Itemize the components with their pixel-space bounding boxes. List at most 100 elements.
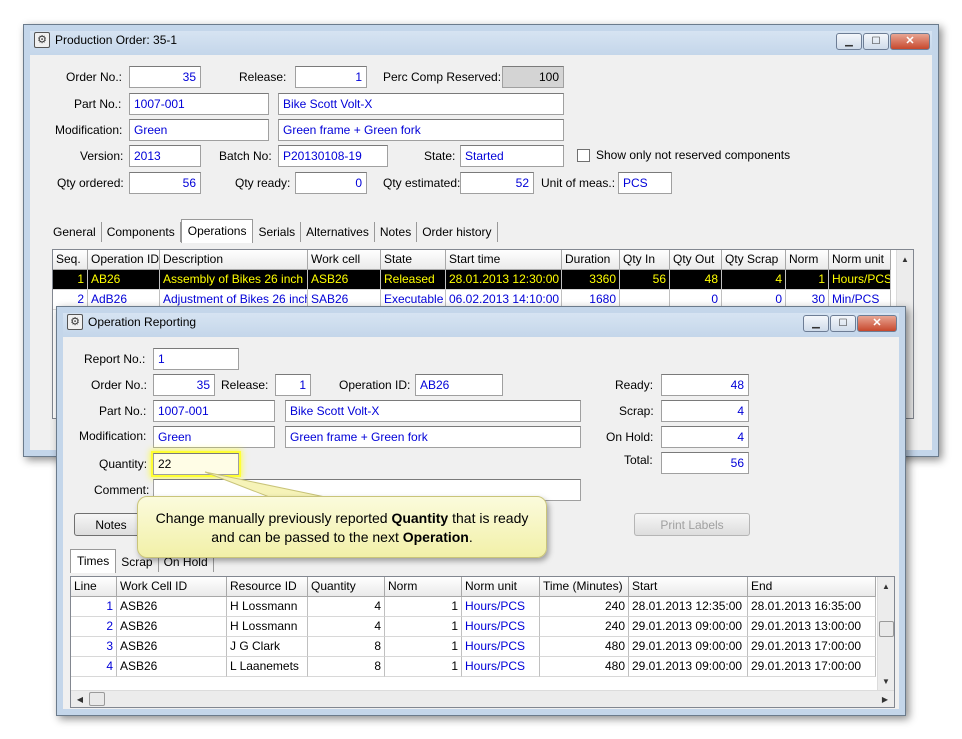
state-field[interactable]: Started bbox=[460, 145, 564, 167]
order-no-field[interactable]: 35 bbox=[129, 66, 201, 88]
report-no-field[interactable]: 1 bbox=[153, 348, 239, 370]
order-no-field[interactable]: 35 bbox=[153, 374, 215, 396]
scroll-up-icon[interactable]: ▲ bbox=[897, 251, 913, 267]
col-line[interactable]: Line bbox=[71, 577, 117, 597]
batch-no-field[interactable]: P20130108-19 bbox=[278, 145, 388, 167]
time-row[interactable]: 2 ASB26 H Lossmann 4 1 Hours/PCS 240 29.… bbox=[71, 617, 876, 637]
order-no-label: Order No.: bbox=[91, 378, 148, 392]
col-duration[interactable]: Duration bbox=[562, 250, 620, 270]
cell-line: 4 bbox=[71, 657, 117, 677]
ready-field[interactable]: 48 bbox=[661, 374, 749, 396]
close-button[interactable]: ✕ bbox=[890, 33, 930, 50]
state-label: State: bbox=[424, 149, 456, 163]
col-qty-in[interactable]: Qty In bbox=[620, 250, 670, 270]
col-seq[interactable]: Seq. bbox=[53, 250, 88, 270]
times-grid[interactable]: Line Work Cell ID Resource ID Quantity N… bbox=[70, 576, 895, 708]
scrollbar-thumb[interactable] bbox=[879, 621, 894, 637]
col-start-time[interactable]: Start time bbox=[446, 250, 562, 270]
cell-line: 1 bbox=[71, 597, 117, 617]
part-no-field[interactable]: 1007-001 bbox=[153, 400, 275, 422]
close-icon: ✕ bbox=[872, 317, 882, 329]
times-horizontal-scrollbar[interactable]: ◀ ▶ bbox=[71, 690, 894, 707]
col-norm[interactable]: Norm bbox=[385, 577, 462, 597]
operation-reporting-titlebar[interactable]: ⚙ Operation Reporting ▁ ☐ ✕ bbox=[57, 307, 905, 337]
col-work-cell[interactable]: Work cell bbox=[308, 250, 381, 270]
qty-ready-field[interactable]: 0 bbox=[295, 172, 367, 194]
col-norm-unit[interactable]: Norm unit bbox=[829, 250, 891, 270]
close-button[interactable]: ✕ bbox=[857, 315, 897, 332]
unit-of-meas-label: Unit of meas.: bbox=[541, 176, 616, 190]
col-norm[interactable]: Norm bbox=[786, 250, 829, 270]
scrap-field[interactable]: 4 bbox=[661, 400, 749, 422]
tab-serials[interactable]: Serials bbox=[253, 222, 302, 242]
col-qty-out[interactable]: Qty Out bbox=[670, 250, 722, 270]
tab-order-history[interactable]: Order history bbox=[417, 222, 498, 242]
cell-line: 3 bbox=[71, 637, 117, 657]
part-description-field[interactable]: Bike Scott Volt-X bbox=[285, 400, 581, 422]
scroll-left-icon[interactable]: ◀ bbox=[72, 691, 88, 707]
col-quantity[interactable]: Quantity bbox=[308, 577, 385, 597]
col-state[interactable]: State bbox=[381, 250, 446, 270]
quantity-field[interactable]: 22 bbox=[153, 453, 239, 475]
col-qty-scrap[interactable]: Qty Scrap bbox=[722, 250, 786, 270]
scroll-down-icon[interactable]: ▼ bbox=[878, 673, 894, 689]
ready-label: Ready: bbox=[615, 378, 654, 392]
cell-norm-unit: Hours/PCS bbox=[462, 597, 540, 617]
print-labels-button[interactable]: Print Labels bbox=[634, 513, 750, 536]
col-norm-unit[interactable]: Norm unit bbox=[462, 577, 540, 597]
maximize-button[interactable]: ☐ bbox=[830, 315, 856, 332]
minimize-button[interactable]: ▁ bbox=[803, 315, 829, 332]
cell-duration: 3360 bbox=[562, 270, 620, 290]
qty-estimated-field[interactable]: 52 bbox=[460, 172, 534, 194]
col-end[interactable]: End bbox=[748, 577, 876, 597]
part-no-field[interactable]: 1007-001 bbox=[129, 93, 269, 115]
release-field[interactable]: 1 bbox=[275, 374, 311, 396]
modification-description-field[interactable]: Green frame + Green fork bbox=[278, 119, 564, 141]
horizontal-scrollbar-thumb[interactable] bbox=[89, 692, 105, 706]
operation-id-field[interactable]: AB26 bbox=[415, 374, 503, 396]
col-description[interactable]: Description bbox=[160, 250, 308, 270]
times-vertical-scrollbar[interactable]: ▲ ▼ bbox=[877, 577, 894, 690]
cell-norm: 1 bbox=[385, 657, 462, 677]
minimize-button[interactable]: ▁ bbox=[836, 33, 862, 50]
tab-components[interactable]: Components bbox=[102, 222, 181, 242]
total-field[interactable]: 56 bbox=[661, 452, 749, 474]
tab-operations[interactable]: Operations bbox=[180, 219, 254, 243]
modification-description-field[interactable]: Green frame + Green fork bbox=[285, 426, 581, 448]
scroll-up-icon[interactable]: ▲ bbox=[878, 578, 894, 594]
col-resource-id[interactable]: Resource ID bbox=[227, 577, 308, 597]
tab-times[interactable]: Times bbox=[70, 549, 117, 573]
cell-quantity: 4 bbox=[308, 597, 385, 617]
cell-end: 29.01.2013 13:00:00 bbox=[748, 617, 876, 637]
tab-alternatives[interactable]: Alternatives bbox=[301, 222, 375, 242]
operation-row[interactable]: 1 AB26 Assembly of Bikes 26 inch ASB26 R… bbox=[53, 270, 891, 290]
modification-field[interactable]: Green bbox=[129, 119, 269, 141]
cell-start: 29.01.2013 09:00:00 bbox=[629, 637, 748, 657]
version-field[interactable]: 2013 bbox=[129, 145, 201, 167]
time-row[interactable]: 4 ASB26 L Laanemets 8 1 Hours/PCS 480 29… bbox=[71, 657, 876, 677]
cell-resource-id: H Lossmann bbox=[227, 597, 308, 617]
col-time-minutes[interactable]: Time (Minutes) bbox=[540, 577, 629, 597]
time-row[interactable]: 3 ASB26 J G Clark 8 1 Hours/PCS 480 29.0… bbox=[71, 637, 876, 657]
cell-quantity: 8 bbox=[308, 637, 385, 657]
release-field[interactable]: 1 bbox=[295, 66, 367, 88]
on-hold-field[interactable]: 4 bbox=[661, 426, 749, 448]
maximize-button[interactable]: ☐ bbox=[863, 33, 889, 50]
modification-field[interactable]: Green bbox=[153, 426, 275, 448]
tab-general[interactable]: General bbox=[48, 222, 102, 242]
qty-ready-label: Qty ready: bbox=[235, 176, 291, 190]
time-row[interactable]: 1 ASB26 H Lossmann 4 1 Hours/PCS 240 28.… bbox=[71, 597, 876, 617]
scroll-right-icon[interactable]: ▶ bbox=[877, 691, 893, 707]
qty-ordered-field[interactable]: 56 bbox=[129, 172, 201, 194]
window-title: Production Order: 35-1 bbox=[55, 33, 178, 47]
show-only-not-reserved-checkbox[interactable] bbox=[577, 149, 590, 162]
tab-notes[interactable]: Notes bbox=[375, 222, 418, 242]
col-start[interactable]: Start bbox=[629, 577, 748, 597]
on-hold-label: On Hold: bbox=[606, 430, 654, 444]
maximize-icon: ☐ bbox=[838, 317, 848, 329]
col-operation-id[interactable]: Operation ID bbox=[88, 250, 160, 270]
col-work-cell-id[interactable]: Work Cell ID bbox=[117, 577, 227, 597]
production-order-titlebar[interactable]: ⚙ Production Order: 35-1 ▁ ☐ ✕ bbox=[24, 25, 938, 55]
part-description-field[interactable]: Bike Scott Volt-X bbox=[278, 93, 564, 115]
unit-of-meas-field[interactable]: PCS bbox=[618, 172, 672, 194]
